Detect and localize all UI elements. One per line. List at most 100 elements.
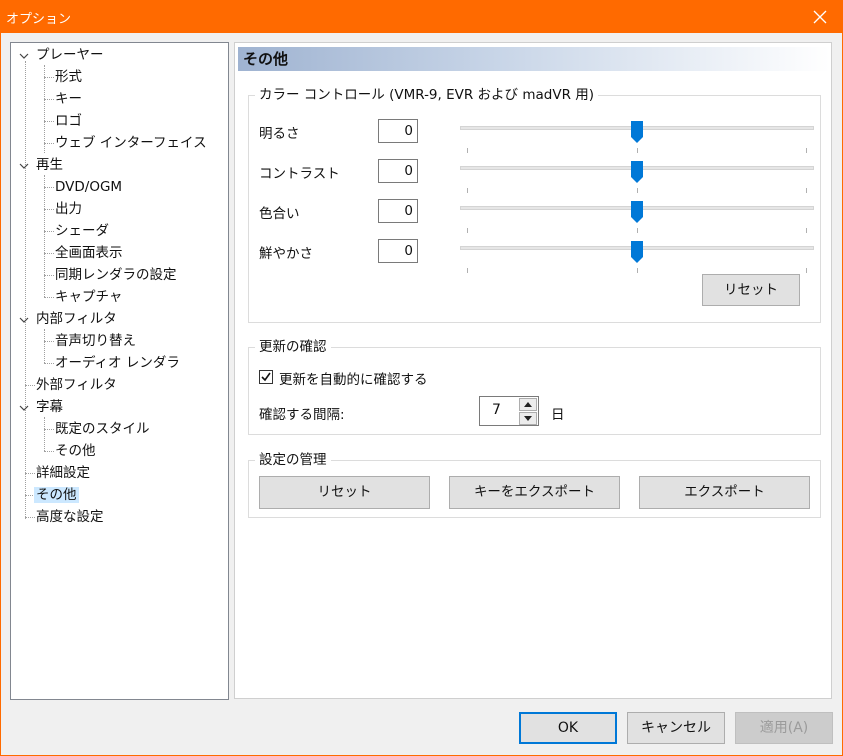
slider-thumb[interactable]: [630, 120, 644, 144]
tree-line: [44, 65, 45, 153]
settings-management-group: 設定の管理 リセット キーをエクスポート エクスポート: [248, 451, 821, 518]
decrement-button[interactable]: [519, 412, 537, 425]
tree-item-misc[interactable]: その他: [34, 485, 79, 505]
tree-item-keys[interactable]: キー: [53, 89, 84, 109]
hue-label: 色合い: [259, 206, 300, 222]
saturation-label: 鮮やかさ: [259, 246, 313, 262]
tree-item-default-style[interactable]: 既定のスタイル: [53, 419, 152, 439]
tree-item-external-filters[interactable]: 外部フィルタ: [34, 375, 119, 395]
chevron-down-icon[interactable]: [19, 315, 29, 325]
slider-tick: [467, 188, 468, 193]
tree-item-playback[interactable]: 再生: [34, 155, 65, 175]
contrast-label: コントラスト: [259, 166, 340, 182]
ok-button[interactable]: OK: [519, 712, 617, 744]
tree-item-sync-renderer[interactable]: 同期レンダラの設定: [53, 265, 179, 285]
contrast-slider[interactable]: [460, 160, 814, 193]
slider-tick: [637, 188, 638, 193]
slider-tick: [467, 148, 468, 153]
chevron-down-icon[interactable]: [19, 51, 29, 61]
tree-item-label: キャプチャ: [55, 289, 123, 305]
check-interval-stepper[interactable]: 7: [479, 396, 539, 426]
tree-line: [44, 175, 45, 297]
slider-tick: [637, 268, 638, 273]
tree-item-output[interactable]: 出力: [53, 199, 84, 219]
hue-slider[interactable]: [460, 200, 814, 233]
tree-item-label: オーディオ レンダラ: [55, 355, 180, 371]
chevron-down-icon[interactable]: [19, 161, 29, 171]
slider-thumb[interactable]: [630, 200, 644, 224]
tree-item-subtitles[interactable]: 字幕: [34, 397, 65, 417]
arrow-down-icon: [524, 416, 532, 421]
close-icon: [813, 10, 827, 23]
tree-item-logo[interactable]: ロゴ: [53, 111, 84, 131]
tree-item-label: DVD/OGM: [55, 179, 123, 195]
settings-management-title: 設定の管理: [255, 451, 331, 469]
tree-item-label: プレーヤー: [36, 47, 104, 63]
tree-item-label: 全画面表示: [55, 245, 123, 261]
interval-unit-label: 日: [551, 407, 565, 423]
window-title: オプション: [6, 12, 72, 27]
apply-button[interactable]: 適用(A): [735, 712, 833, 744]
tree-item-player[interactable]: プレーヤー: [34, 45, 106, 65]
tree-item-audio-renderer[interactable]: オーディオ レンダラ: [53, 353, 182, 373]
tree-line: [44, 417, 45, 451]
slider-tick: [806, 188, 807, 193]
tree-item-label: キー: [55, 91, 82, 107]
brightness-label: 明るさ: [259, 126, 300, 142]
tree-item-web-interface[interactable]: ウェブ インターフェイス: [53, 133, 209, 153]
close-button[interactable]: [797, 0, 843, 33]
chevron-down-icon[interactable]: [19, 403, 29, 413]
saturation-slider[interactable]: [460, 240, 814, 273]
tree-item-shaders[interactable]: シェーダ: [53, 221, 111, 241]
check-interval-label: 確認する間隔:: [259, 407, 345, 423]
tree-line: [44, 329, 45, 363]
slider-thumb[interactable]: [630, 160, 644, 184]
hue-field[interactable]: 0: [378, 199, 418, 223]
tree-item-label: 出力: [55, 201, 82, 217]
tree-item-label: 詳細設定: [36, 465, 90, 481]
color-reset-button[interactable]: リセット: [702, 274, 800, 306]
tree-item-label: ロゴ: [55, 113, 82, 129]
slider-thumb[interactable]: [630, 240, 644, 264]
tree-item-label: ウェブ インターフェイス: [55, 135, 207, 151]
slider-tick: [637, 228, 638, 233]
slider-tick: [806, 148, 807, 153]
tree-item-advanced-settings[interactable]: 詳細設定: [34, 463, 92, 483]
options-tree[interactable]: プレーヤー 形式 キー ロゴ ウェブ インターフェイス 再生 DVD/OGM 出…: [10, 42, 229, 700]
tree-item-fullscreen[interactable]: 全画面表示: [53, 243, 125, 263]
auto-update-checkbox[interactable]: [259, 370, 273, 384]
cancel-button[interactable]: キャンセル: [627, 712, 725, 744]
tree-item-label: シェーダ: [55, 223, 109, 239]
color-control-group: カラー コントロール (VMR-9, EVR および madVR 用) 明るさ …: [248, 86, 821, 323]
export-keys-button[interactable]: キーをエクスポート: [449, 476, 620, 509]
brightness-field[interactable]: 0: [378, 119, 418, 143]
tree-item-subtitles-misc[interactable]: その他: [53, 441, 98, 461]
tree-item-expert-settings[interactable]: 高度な設定: [34, 507, 106, 527]
tree-item-internal-filters[interactable]: 内部フィルタ: [34, 309, 119, 329]
tree-item-label: 既定のスタイル: [55, 421, 150, 437]
settings-reset-button[interactable]: リセット: [259, 476, 430, 509]
tree-item-label: 再生: [36, 157, 63, 173]
settings-panel: その他 カラー コントロール (VMR-9, EVR および madVR 用) …: [234, 42, 832, 699]
color-control-title: カラー コントロール (VMR-9, EVR および madVR 用): [255, 86, 599, 104]
tree-item-label: 形式: [55, 69, 82, 85]
brightness-slider[interactable]: [460, 120, 814, 153]
tree-item-formats[interactable]: 形式: [53, 67, 84, 87]
title-bar: オプション: [0, 0, 843, 33]
update-check-group: 更新の確認 更新を自動的に確認する 確認する間隔: 7 日: [248, 338, 821, 435]
tree-item-label: 高度な設定: [36, 509, 104, 525]
contrast-field[interactable]: 0: [378, 159, 418, 183]
tree-item-label: 内部フィルタ: [36, 311, 117, 327]
tree-item-audio-switcher[interactable]: 音声切り替え: [53, 331, 138, 351]
check-interval-value[interactable]: 7: [492, 402, 501, 418]
auto-update-label[interactable]: 更新を自動的に確認する: [279, 368, 428, 388]
tree-item-label: その他: [55, 443, 96, 459]
tree-item-dvd-ogm[interactable]: DVD/OGM: [53, 177, 124, 197]
export-button[interactable]: エクスポート: [639, 476, 810, 509]
slider-tick: [637, 148, 638, 153]
tree-item-label: 字幕: [36, 399, 63, 415]
arrow-up-icon: [524, 402, 532, 407]
saturation-field[interactable]: 0: [378, 239, 418, 263]
increment-button[interactable]: [519, 398, 537, 411]
tree-item-capture[interactable]: キャプチャ: [53, 287, 124, 307]
